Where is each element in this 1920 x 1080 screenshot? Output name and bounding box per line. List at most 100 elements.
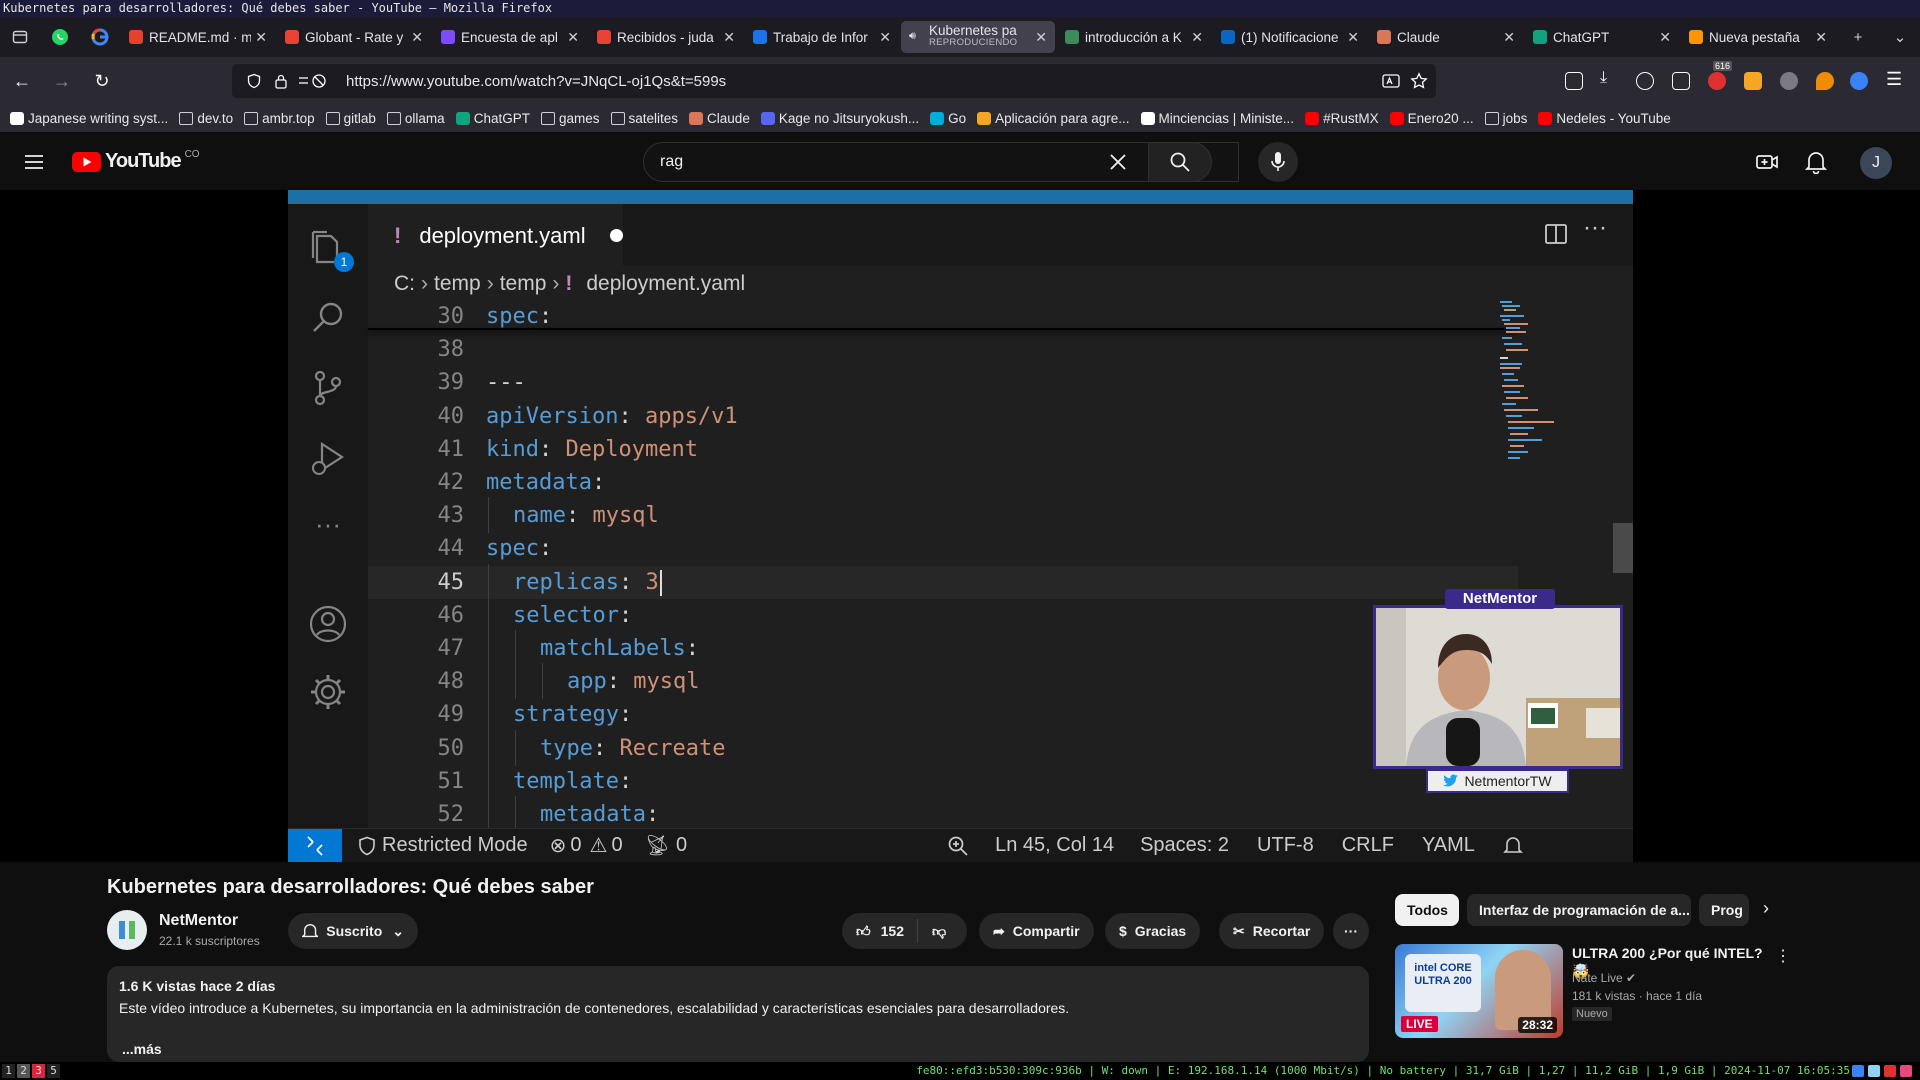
account-icon[interactable] [1636,72,1654,90]
workspace-button[interactable]: 2 [17,1064,30,1078]
close-tab-icon[interactable]: ✕ [1659,29,1671,46]
browser-tab[interactable]: Trabajo de Infor ✕ [745,21,899,53]
dislike-button[interactable]: 👎︎ [918,923,946,940]
recommended-video-thumbnail[interactable]: intel CORE ULTRA 200 LIVE 28:32 [1395,944,1563,1038]
chip-all[interactable]: Todos [1395,894,1459,926]
translate-icon[interactable] [1382,73,1400,89]
like-button[interactable]: 👍︎ 152 [842,919,918,943]
clip-button[interactable]: ✂ Recortar [1219,913,1325,949]
notifications-bell-icon[interactable] [1804,150,1828,179]
close-tab-icon[interactable]: ✕ [1347,29,1359,46]
extension-blue-icon[interactable] [1850,72,1868,90]
workspace-button[interactable]: 1 [2,1064,15,1078]
bookmark-item[interactable]: ChatGPT [455,111,530,126]
list-all-tabs-icon[interactable] [0,17,40,57]
browser-tab[interactable]: introducción a K ✕ [1057,21,1211,53]
bookmark-item[interactable]: gitlab [325,111,376,126]
share-button[interactable]: ➦ Compartir [979,913,1094,949]
voice-search-button[interactable] [1258,142,1298,182]
pinned-google-tab[interactable] [80,17,120,57]
app-menu-icon[interactable]: ☰ [1886,69,1904,89]
pocket-icon[interactable] [1565,72,1583,90]
bookmark-item[interactable]: Enero20 ... [1389,111,1474,126]
account-avatar[interactable]: J [1860,147,1892,179]
bookmark-item[interactable]: Nedeles - YouTube [1538,111,1671,126]
chips-next-chevron-icon[interactable]: › [1763,898,1769,919]
browser-tab[interactable]: Nueva pestaña ✕ [1681,21,1835,53]
close-tab-icon[interactable]: ✕ [567,29,579,46]
chip-programming[interactable]: Prog [1699,894,1749,926]
tray-network-icon[interactable] [1868,1065,1880,1077]
chip-api[interactable]: Interfaz de programación de a... [1467,894,1691,926]
bookmark-item[interactable]: Aplicación para agre... [977,111,1130,126]
workspace-button[interactable]: 5 [47,1064,60,1078]
recommended-video[interactable]: intel CORE ULTRA 200 LIVE 28:32 ULTRA 20… [1395,944,1795,1038]
bookmark-item[interactable]: Go [930,111,966,126]
thanks-button[interactable]: $ Gracias [1105,913,1201,949]
close-tab-icon[interactable]: ✕ [1503,29,1515,46]
browser-tab[interactable]: Globant - Rate y ✕ [277,21,431,53]
reload-button[interactable]: ↻ [84,63,120,99]
guide-menu-icon[interactable] [22,150,46,179]
extensions-icon[interactable] [1672,72,1690,90]
browser-tab[interactable]: Recibidos - juda ✕ [589,21,743,53]
close-tab-icon[interactable]: ✕ [1035,29,1047,46]
bookmark-item[interactable]: dev.to [179,111,233,126]
tray-app-icon[interactable] [1884,1065,1896,1077]
tray-bluetooth-icon[interactable] [1852,1065,1864,1077]
channel-avatar[interactable] [107,910,147,950]
close-tab-icon[interactable]: ✕ [1815,29,1827,46]
create-video-icon[interactable] [1755,150,1779,179]
bookmark-item[interactable]: Japanese writing syst... [10,111,168,126]
bookmark-item[interactable]: satelites [610,111,678,126]
extension-glasses-icon[interactable] [1780,72,1798,90]
bookmark-item[interactable]: jobs [1484,111,1527,126]
bookmark-item[interactable]: Kage no Jitsuryokush... [760,111,919,126]
browser-tab[interactable]: README.md · ma ✕ [121,21,275,53]
browser-tab[interactable]: ChatGPT ✕ [1525,21,1679,53]
forward-button[interactable]: → [44,63,80,99]
close-tab-icon[interactable]: ✕ [723,29,735,46]
close-tab-icon[interactable]: ✕ [255,29,267,46]
close-tab-icon[interactable]: ✕ [411,29,423,46]
pinned-whatsapp-tab[interactable] [40,17,80,57]
browser-tab[interactable]: Encuesta de apl ✕ [433,21,587,53]
more-actions-button[interactable]: ··· [1333,913,1369,949]
recommended-more-icon[interactable]: ⋮ [1775,946,1791,966]
bookmark-item[interactable]: Minciencias | Ministe... [1140,111,1294,126]
description-box[interactable]: 1.6 K vistas hace 2 días Este vídeo intr… [107,966,1369,1062]
tray-app-icon-2[interactable] [1900,1065,1912,1077]
ublock-origin-icon[interactable] [1708,72,1726,90]
permissions-icon[interactable] [298,73,328,89]
youtube-logo[interactable]: YouTube CO [72,149,200,173]
tab-overflow-chevron-icon[interactable]: ⌄ [1880,17,1920,57]
bookmark-star-icon[interactable] [1410,72,1428,90]
url-text[interactable]: https://www.youtube.com/watch?v=JNqCL-oj… [346,73,726,90]
new-tab-button[interactable]: + [1838,17,1878,57]
clear-search-icon[interactable] [1108,152,1128,172]
subscribed-button[interactable]: Suscrito ⌄ [288,913,418,949]
search-button[interactable] [1148,142,1212,182]
bookmark-item[interactable]: #RustMX [1305,111,1379,126]
bookmark-item[interactable]: games [540,111,600,126]
tracking-shield-icon[interactable] [246,73,262,89]
browser-tab[interactable]: Claude ✕ [1369,21,1523,53]
browser-tab[interactable]: (1) Notificacione ✕ [1213,21,1367,53]
show-more-link[interactable]: ...más [122,1041,1357,1057]
lock-icon[interactable] [274,73,288,89]
close-tab-icon[interactable]: ✕ [879,29,891,46]
back-button[interactable]: ← [4,63,40,99]
extension-colorful-icon[interactable] [1744,72,1762,90]
bookmark-item[interactable]: ambr.top [244,111,315,126]
bookmark-item[interactable]: Claude [689,111,750,126]
browser-tab[interactable]: 🔊︎ Kubernetes pa REPRODUCIENDO ✕ [901,21,1055,53]
downloads-icon[interactable]: ⤓ [1600,69,1618,87]
workspace-button[interactable]: 3 [32,1064,45,1078]
bookmark-item[interactable]: ollama [386,111,445,126]
video-player[interactable]: 1 ··· ! deployment.yaml ··· C: › temp › … [0,190,1920,862]
channel-name[interactable]: NetMentor [159,912,238,930]
extension-flame-icon[interactable] [1816,72,1834,90]
close-tab-icon[interactable]: ✕ [1191,29,1203,46]
recommended-channel[interactable]: Nate Live ✔ [1572,971,1636,985]
url-bar[interactable]: https://www.youtube.com/watch?v=JNqCL-oj… [232,64,1436,98]
